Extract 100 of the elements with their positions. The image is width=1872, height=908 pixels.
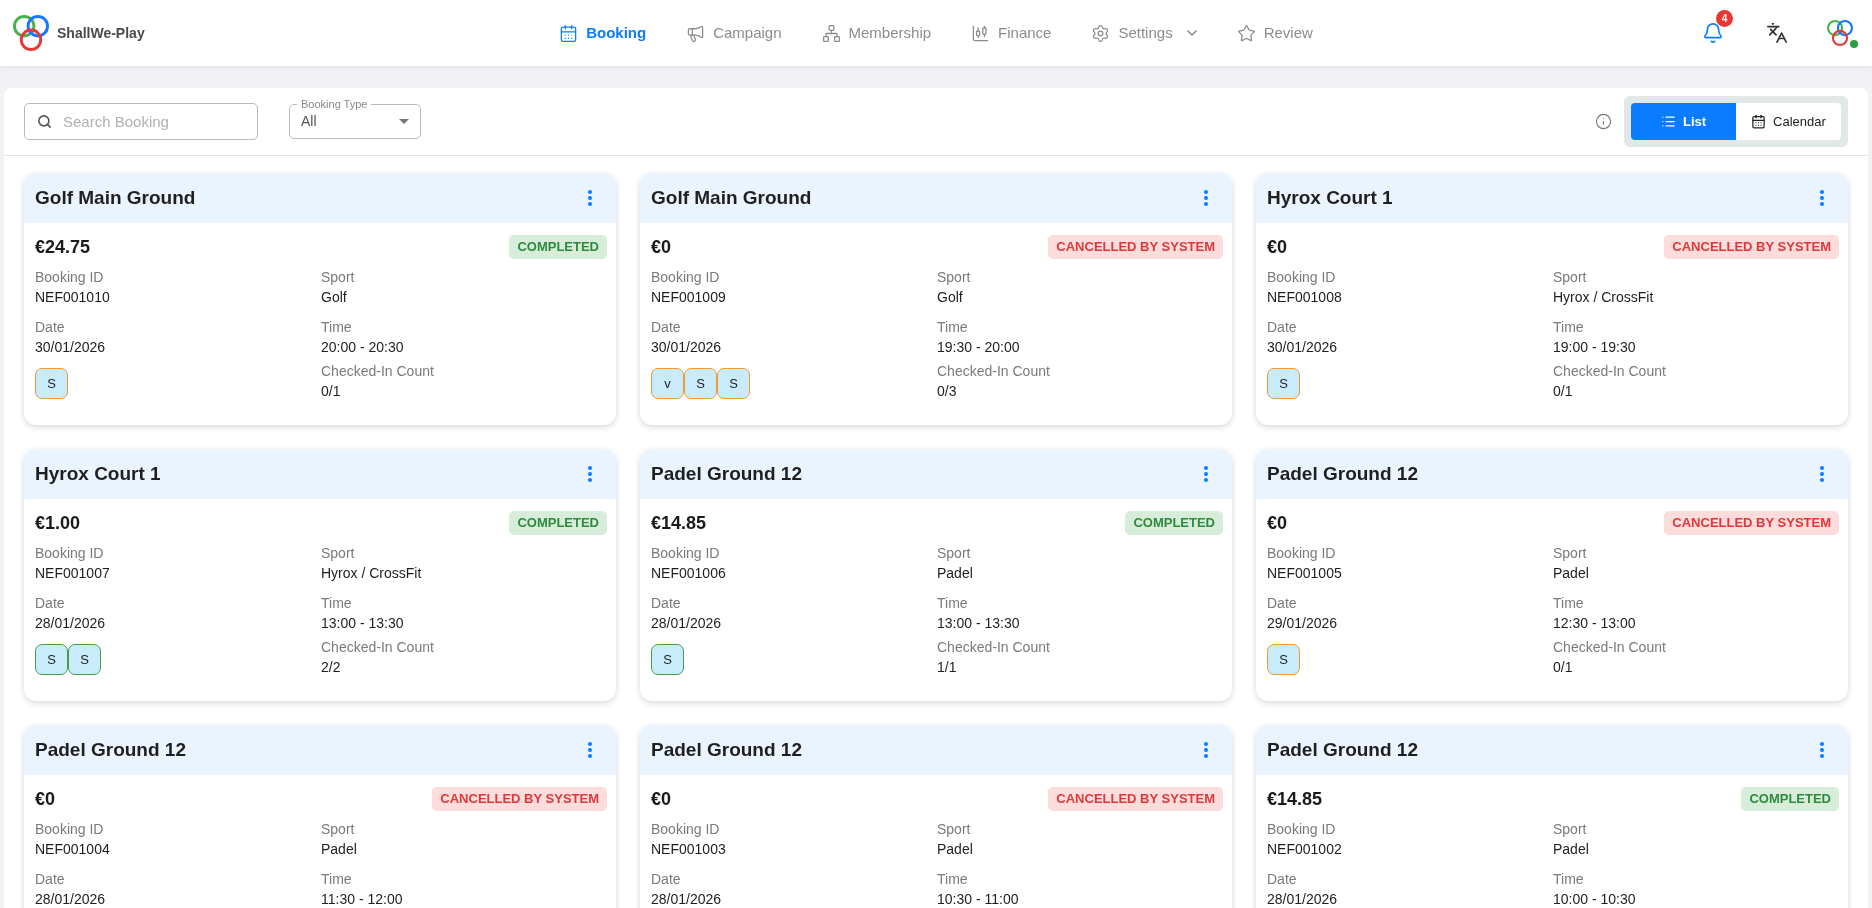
- field-value: Golf: [321, 288, 347, 307]
- field-value: Padel: [937, 564, 973, 583]
- status-badge: CANCELLED BY SYSTEM: [1664, 235, 1839, 259]
- card-title: Golf Main Ground: [35, 185, 196, 210]
- field-value: NEF001003: [651, 840, 726, 859]
- nav-tab[interactable]: Settings: [1091, 13, 1197, 53]
- field-label: Sport: [937, 544, 971, 563]
- field-value: NEF001005: [1267, 564, 1342, 583]
- field-value: NEF001002: [1267, 840, 1342, 859]
- field-label: Checked-In Count: [1553, 362, 1666, 381]
- star-icon: [1236, 23, 1256, 43]
- price: €0: [1267, 511, 1288, 535]
- notifications-button[interactable]: 4: [1692, 13, 1734, 53]
- field-label: Booking ID: [1267, 268, 1336, 287]
- field-value: 10:00 - 10:30: [1553, 890, 1636, 908]
- field-label: Time: [1553, 870, 1584, 889]
- field-label: Booking ID: [651, 268, 720, 287]
- player-chip: S: [651, 644, 684, 675]
- field-value: 0/3: [937, 382, 957, 401]
- status-badge: CANCELLED BY SYSTEM: [1048, 235, 1223, 259]
- card-title: Padel Ground 12: [1267, 461, 1418, 486]
- field-value: NEF001007: [35, 564, 110, 583]
- field-value: Padel: [1553, 840, 1589, 859]
- search-field[interactable]: Search Booking: [24, 103, 258, 140]
- field-label: Time: [321, 870, 352, 889]
- status-badge: CANCELLED BY SYSTEM: [1664, 511, 1839, 535]
- more-icon: [588, 466, 592, 482]
- player-chip: S: [684, 368, 717, 399]
- field-value: Golf: [937, 288, 963, 307]
- player-chip: S: [35, 368, 68, 399]
- nav-tab[interactable]: Finance: [971, 13, 1052, 53]
- field-label: Booking ID: [1267, 820, 1336, 839]
- field-label: Checked-In Count: [937, 638, 1050, 657]
- nav-tab[interactable]: Booking: [559, 13, 647, 53]
- field-value: 20:00 - 20:30: [321, 338, 404, 357]
- more-icon: [1204, 190, 1208, 206]
- field-label: Date: [35, 870, 65, 889]
- card-title: Padel Ground 12: [651, 461, 802, 486]
- field-value: 1/1: [937, 658, 957, 677]
- field-value: 2/2: [321, 658, 341, 677]
- calendar-icon: [559, 23, 579, 43]
- field-label: Date: [651, 318, 681, 337]
- brand-name: ShallWe-Play: [57, 23, 145, 43]
- field-value: Hyrox / CrossFit: [1553, 288, 1654, 307]
- field-value: NEF001004: [35, 840, 110, 859]
- field-value: 28/01/2026: [651, 614, 722, 633]
- more-icon: [1820, 190, 1824, 206]
- card-title: Padel Ground 12: [651, 737, 802, 762]
- caret-icon: [399, 118, 409, 124]
- megaphone-icon: [686, 23, 706, 43]
- field-value: 13:00 - 13:30: [937, 614, 1020, 633]
- field-value: 12:30 - 13:00: [1553, 614, 1636, 633]
- field-label: Sport: [1553, 268, 1587, 287]
- card-title: Hyrox Court 1: [35, 461, 161, 486]
- card-title: Golf Main Ground: [651, 185, 812, 210]
- field-label: Checked-In Count: [321, 638, 434, 657]
- field-label: Time: [321, 594, 352, 613]
- player-chip: S: [717, 368, 750, 399]
- player-chip: S: [1267, 644, 1300, 675]
- nav-tab[interactable]: Review: [1236, 13, 1313, 53]
- settings-icon: [1091, 23, 1111, 43]
- field-label: Booking ID: [651, 820, 720, 839]
- field-value: 0/1: [321, 382, 341, 401]
- field-label: Sport: [1553, 820, 1587, 839]
- field-label: Time: [937, 870, 968, 889]
- booking-type-select[interactable]: Booking Type All: [289, 98, 421, 139]
- more-icon: [588, 190, 592, 206]
- field-label: Checked-In Count: [937, 362, 1050, 381]
- field-value: 28/01/2026: [35, 614, 106, 633]
- field-label: Sport: [937, 820, 971, 839]
- nav-tab[interactable]: Membership: [821, 13, 932, 53]
- more-icon: [1204, 742, 1208, 758]
- field-value: Padel: [1553, 564, 1589, 583]
- field-value: Padel: [937, 840, 973, 859]
- card-title: Padel Ground 12: [35, 737, 186, 762]
- field-label: Date: [1267, 318, 1297, 337]
- field-value: 10:30 - 11:00: [937, 890, 1019, 908]
- field-value: 28/01/2026: [1267, 890, 1338, 908]
- field-value: Hyrox / CrossFit: [321, 564, 422, 583]
- field-value: 19:30 - 20:00: [937, 338, 1020, 357]
- field-label: Sport: [937, 268, 971, 287]
- field-value: 28/01/2026: [35, 890, 106, 908]
- notification-count-badge: 4: [1716, 10, 1733, 27]
- field-value: 19:00 - 19:30: [1553, 338, 1636, 357]
- avatar-icon: [1827, 20, 1853, 46]
- view-tab[interactable]: List: [1631, 103, 1736, 140]
- field-label: Checked-In Count: [321, 362, 434, 381]
- info-icon[interactable]: [1595, 113, 1612, 130]
- more-icon: [1820, 466, 1824, 482]
- price: €14.85: [1267, 787, 1323, 811]
- field-value: 30/01/2026: [1267, 338, 1338, 357]
- list-icon: [1660, 114, 1676, 129]
- more-icon: [1820, 742, 1824, 758]
- field-label: Time: [937, 594, 968, 613]
- view-tab[interactable]: Calendar: [1736, 103, 1841, 140]
- field-label: Booking ID: [35, 268, 104, 287]
- field-label: Checked-In Count: [1553, 638, 1666, 657]
- nav-tab[interactable]: Campaign: [686, 13, 782, 53]
- field-label: Booking ID: [35, 544, 104, 563]
- field-value: NEF001009: [651, 288, 726, 307]
